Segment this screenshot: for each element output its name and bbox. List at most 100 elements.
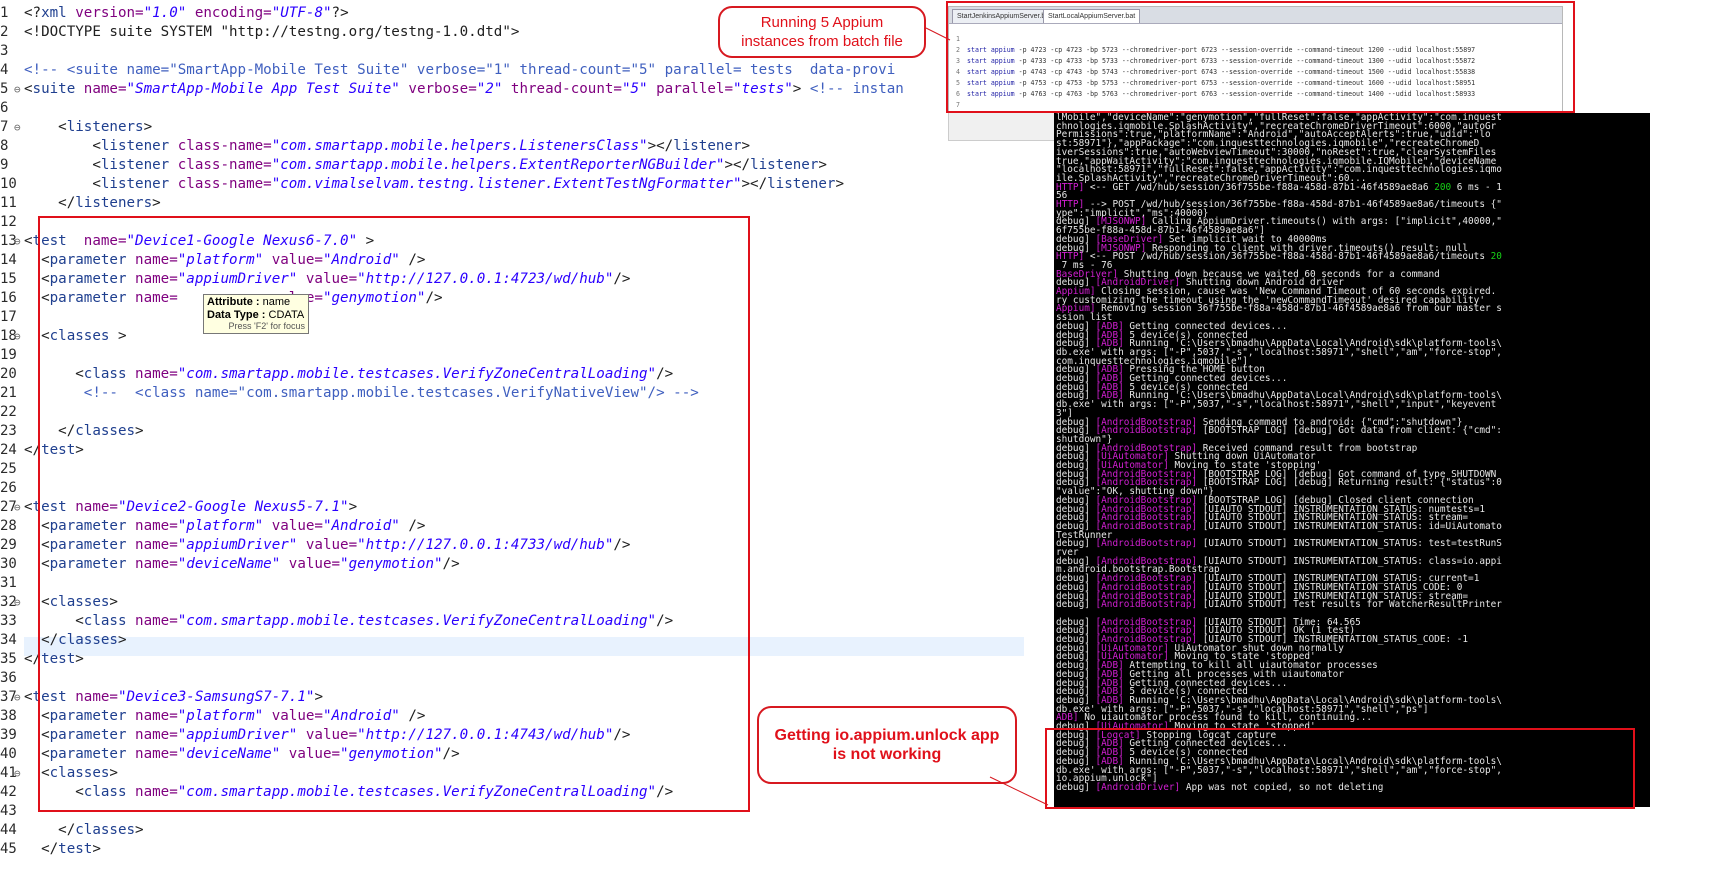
console-token: [UIAUTO STDOUT] INSTRUMENTATION_STATUS: … (1197, 538, 1502, 550)
console-token: [UIAUTO STDOUT] Test results for Watcher… (1197, 599, 1502, 611)
console-token: [UIAUTO STDOUT] INSTRUMENTATION_STATUS: … (1197, 555, 1502, 567)
line-number: 31 (0, 575, 17, 591)
code-token: listener (100, 138, 170, 154)
code-token: "com.smartapp.mobile.helpers.ListenersCl… (271, 138, 648, 154)
fold-toggle-icon[interactable]: ⊖ (14, 80, 24, 99)
console-error-highlight-box (1045, 728, 1635, 809)
code-token: <!DOCTYPE suite SYSTEM "http://testng.or… (24, 24, 520, 40)
line-number: 33 (0, 613, 17, 629)
fold-toggle-icon[interactable]: ⊖ (14, 327, 24, 346)
line-number: 38 (0, 708, 17, 724)
fold-toggle-icon[interactable]: ⊖ (14, 593, 24, 612)
code-token: classes (75, 822, 136, 838)
code-token: "2" (476, 81, 503, 97)
code-token: listener (100, 157, 170, 173)
line-number: 39 (0, 727, 17, 743)
code-token: <!-- instan (809, 81, 904, 97)
console-line: debug] [AndroidBootstrap] [UIAUTO STDOUT… (1056, 539, 1502, 548)
code-token: < (24, 499, 33, 515)
code-token: "5" (621, 81, 648, 97)
fold-toggle-icon[interactable]: ⊖ (14, 688, 24, 707)
line-number: 23 (0, 423, 17, 439)
console-line: HTTP] <-- GET /wd/hub/session/36f755be-f… (1056, 181, 1502, 193)
batch-callout: Running 5 Appium instances from batch fi… (718, 6, 926, 58)
line-number: 20 (0, 366, 17, 382)
line-number: 25 (0, 461, 17, 477)
code-token: listeners (66, 119, 144, 135)
console-line: debug] [AndroidBootstrap] [BOOTSTRAP LOG… (1056, 426, 1502, 435)
line-number: 13 (0, 233, 17, 249)
console-token: <-- GET /wd/hub/session/36f755be-f88a-45… (1084, 181, 1435, 193)
line-number: 32 (0, 594, 17, 610)
fold-toggle-icon[interactable]: ⊖ (14, 118, 24, 137)
line-number: 30 (0, 556, 17, 572)
console-line: debug] [AndroidBootstrap] [UIAUTO STDOUT… (1056, 522, 1502, 531)
batch-file-highlight-box (946, 1, 1575, 113)
line-number: 36 (0, 670, 17, 686)
line-number: 29 (0, 537, 17, 553)
line-number: 40 (0, 746, 17, 762)
code-token: < (24, 689, 33, 705)
line-number: 44 (0, 822, 17, 838)
line-number: 12 (0, 214, 17, 230)
code-token: encoding= (186, 5, 272, 21)
line-number: 6 (0, 100, 9, 116)
fold-toggle-icon[interactable]: ⊖ (14, 232, 24, 251)
code-token: listener (750, 157, 819, 173)
code-token: thread-count= (502, 81, 622, 97)
code-token: < (24, 81, 33, 97)
code-token: test (58, 841, 93, 857)
console-line: db.exe' with args: ["-P",5037,"-s","loca… (1056, 400, 1496, 409)
console-token: 200 (1434, 181, 1452, 193)
line-number: 4 (0, 62, 9, 78)
code-token: ></ (741, 176, 768, 192)
code-token: > (143, 119, 153, 135)
code-text: <!DOCTYPE suite SYSTEM "http://testng.or… (24, 23, 519, 42)
console-token: [AndroidBootstrap] (1095, 538, 1198, 550)
code-token: < (24, 176, 101, 192)
code-token: <!-- <suite name="SmartApp-Mobile Test S… (24, 62, 896, 78)
line-number: 17 (0, 309, 17, 325)
code-token: "com.smartapp.mobile.helpers.ExtentRepor… (271, 157, 725, 173)
line-number: 18 (0, 328, 17, 344)
line-number: 41 (0, 765, 17, 781)
code-token: </ (24, 841, 59, 857)
code-token: name= (75, 81, 127, 97)
console-line: Appium] Removing session 36f755be-f88a-4… (1056, 304, 1502, 313)
line-number: 28 (0, 518, 17, 534)
code-text: <listener class-name="com.smartapp.mobil… (24, 137, 750, 156)
line-number: 24 (0, 442, 17, 458)
code-token: </ (24, 822, 76, 838)
fold-toggle-icon[interactable]: ⊖ (14, 498, 24, 517)
console-token: db.exe' with args: ["-P",5037,"-s","loca… (1056, 399, 1497, 411)
console-line: HTTP] <-- POST /wd/hub/session/36f755be-… (1056, 252, 1502, 261)
code-token: listener (767, 176, 836, 192)
code-text: </test> (24, 840, 101, 859)
code-token: > (835, 176, 845, 192)
line-number: 14 (0, 252, 17, 268)
code-token: < (24, 157, 101, 173)
code-token: > (92, 841, 101, 857)
code-token: listener (100, 176, 170, 192)
line-number: 43 (0, 803, 17, 819)
fold-toggle-icon[interactable]: ⊖ (14, 764, 24, 783)
code-token: version= (66, 5, 144, 21)
code-text: <?xml version="1.0" encoding="UTF-8"?> (24, 4, 349, 23)
code-text: <listener class-name="com.vimalselvam.te… (24, 175, 844, 194)
code-token: "com.vimalselvam.testng.listener.ExtentT… (271, 176, 742, 192)
code-token: parallel= (647, 81, 733, 97)
code-token: > (135, 822, 144, 838)
line-number: 3 (0, 43, 9, 59)
unlock-callout: Getting io.appium.unlock app is not work… (757, 706, 1017, 784)
line-number: 34 (0, 632, 17, 648)
window-side-panel (948, 110, 1055, 141)
console-token: Removing session 36f755be-f88a-458d-87b1… (1095, 303, 1502, 315)
console-token: 6 ms - 1 (1451, 181, 1502, 193)
code-token: listener (673, 138, 742, 154)
console-line: debug] [AndroidBootstrap] [UIAUTO STDOUT… (1056, 600, 1502, 609)
code-token: listeners (75, 195, 153, 211)
line-number: 22 (0, 404, 17, 420)
line-number: 1 (0, 5, 9, 21)
code-token: "SmartApp-Mobile App Test Suite" (126, 81, 400, 97)
console-token: [BOOTSTRAP LOG] [debug] Returning result… (1197, 477, 1502, 489)
